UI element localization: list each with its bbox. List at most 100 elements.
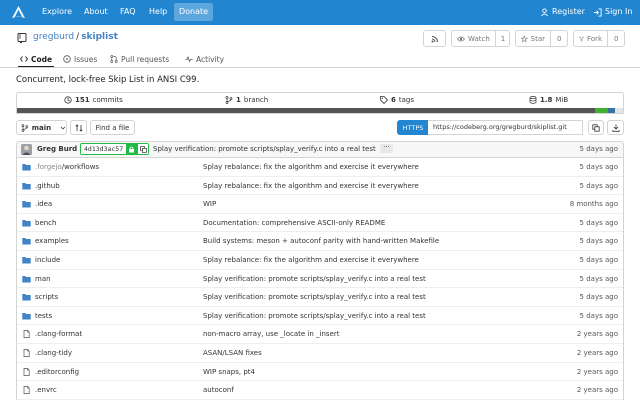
table-row[interactable]: .clang-tidy ASAN/LSAN fixes 2 years ago [17,344,623,363]
avatar[interactable] [21,144,32,155]
file-name-text: .editorconfig [35,367,80,376]
star-button[interactable]: Star 0 [515,30,568,47]
star-label: Star [530,34,545,43]
file-commit-message[interactable]: Splay rebalance: fix the algorithm and e… [203,256,419,264]
copy-sha-button[interactable] [137,144,149,154]
commit-message[interactable]: Splay verification: promote scripts/spla… [153,145,376,153]
repo-name-link[interactable]: skiplist [81,32,118,42]
nav-faq[interactable]: FAQ [115,3,141,21]
file-name[interactable]: .clang-tidy [35,349,72,357]
tab-pull-requests[interactable]: Pull requests [110,53,169,65]
file-icon [23,386,30,395]
fork-label: Fork [587,34,602,43]
file-name[interactable]: man [35,275,51,283]
signin-link[interactable]: Sign In [593,3,632,21]
file-commit-time: 5 days ago [579,256,618,264]
nav-explore[interactable]: Explore [37,3,77,21]
code-icon [20,56,28,62]
language-bar[interactable] [16,108,624,114]
copy-url-button[interactable] [588,120,604,135]
table-row[interactable]: .forgejo/workflows Splay rebalance: fix t… [17,158,623,177]
commits-label: commits [92,96,123,104]
file-commit-message[interactable]: WIP snaps, pt4 [203,368,255,376]
register-link[interactable]: Register [540,3,585,21]
nav-help[interactable]: Help [144,3,172,21]
expand-commit-button[interactable]: ··· [380,144,393,153]
file-commit-message[interactable]: Splay verification: promote scripts/spla… [203,275,426,283]
tab-activity[interactable]: Activity [185,53,224,65]
rss-feed-button[interactable] [423,30,446,47]
file-name-text: /workflows [61,163,100,171]
table-row[interactable]: bench Documentation: comprehensive ASCII-… [17,214,623,233]
fork-button[interactable]: Fork 0 [573,30,625,47]
file-commit-message[interactable]: Build systems: meson + autoconf parity w… [203,237,439,245]
branch-dropdown[interactable]: main [16,120,67,135]
download-button[interactable] [607,120,624,135]
file-commit-message[interactable]: Splay verification: promote scripts/spla… [203,312,426,320]
file-name[interactable]: .github [35,182,60,190]
table-row[interactable]: tests Splay verification: promote scripts… [17,307,623,326]
size-unit: MiB [555,96,569,104]
folder-icon [22,275,31,283]
tab-issues[interactable]: Issues [63,53,97,65]
folder-icon [22,201,31,208]
file-name[interactable]: .envrc [35,386,57,394]
file-name[interactable]: examples [35,237,69,245]
repo-owner-link[interactable]: gregburd [33,32,74,42]
file-name[interactable]: include [35,256,60,264]
repo-description: Concurrent, lock-free Skip List in ANSI … [16,75,200,85]
pulse-icon [185,55,193,63]
file-commit-time: 5 days ago [579,218,618,227]
file-commit-time: 8 months ago [569,200,618,209]
table-row[interactable]: include Splay rebalance: fix the algorith… [17,251,623,270]
file-name[interactable]: bench [35,219,56,227]
table-row[interactable]: .idea WIP 8 months ago [17,195,623,214]
watch-button[interactable]: Watch 1 [451,30,510,47]
file-name[interactable]: scripts [35,293,58,301]
star-count: 0 [550,31,567,46]
commit-sha[interactable]: 4d13d3ac57 [81,144,127,154]
tab-activity-label: Activity [196,54,225,64]
file-commit-message[interactable]: Splay verification: promote scripts/spla… [203,293,426,301]
find-file-button[interactable]: Find a file [90,120,135,135]
file-commit-message[interactable]: Documentation: comprehensive ASCII-only … [203,219,385,227]
register-label: Register [552,7,585,16]
commit-author[interactable]: Greg Burd [37,145,77,153]
file-commit-message[interactable]: Splay rebalance: fix the algorithm and e… [203,182,419,190]
file-commit-message[interactable]: WIP [203,200,216,208]
file-commit-time: 2 years ago [576,330,618,339]
branches-stat[interactable]: 1 branch [225,96,268,104]
table-row[interactable]: examples Build systems: meson + autoconf … [17,232,623,251]
file-commit-message[interactable]: non-macro array, use _locate in _insert [203,330,340,338]
clone-url-field[interactable]: https://codeberg.org/gregburd/skiplist.g… [428,120,583,135]
avatar-image-icon [21,144,32,155]
file-commit-message[interactable]: autoconf [203,386,234,394]
file-commit-message[interactable]: ASAN/LSAN fixes [203,349,262,357]
table-row[interactable]: man Splay verification: promote scripts/s… [17,270,623,289]
file-commit-message[interactable]: Splay rebalance: fix the algorithm and e… [203,163,419,171]
nav-about[interactable]: About [79,3,113,21]
commits-stat[interactable]: 151 commits [64,96,123,104]
table-row[interactable]: .github Splay rebalance: fix the algorith… [17,177,623,196]
table-row[interactable]: .editorconfig WIP snaps, pt4 2 years ago [17,363,623,382]
table-row[interactable]: .clang-format non-macro array, use _locat… [17,325,623,344]
file-name[interactable]: .idea [35,200,52,208]
commit-sha-badge[interactable]: 4d13d3ac57 [80,143,150,155]
file-commit-time: 2 years ago [576,386,618,395]
codeberg-logo-icon[interactable] [11,5,26,20]
file-name[interactable]: .clang-format [35,330,82,338]
https-toggle[interactable]: HTTPS [397,120,429,135]
file-name[interactable]: .editorconfig [35,368,79,376]
nav-donate[interactable]: Donate [174,3,214,21]
tags-stat[interactable]: 6 tags [380,96,414,104]
file-name[interactable]: tests [35,312,52,320]
compare-button[interactable] [70,120,87,135]
tab-code-label: Code [31,54,53,64]
file-name[interactable]: .forgejo/workflows [35,163,99,171]
file-commit-time: 5 days ago [579,163,618,171]
file-name-text: .idea [35,200,53,209]
tab-code[interactable]: Code [20,53,52,65]
table-row[interactable]: .envrc autoconf 2 years ago [17,381,623,400]
table-row[interactable]: scripts Splay verification: promote scrip… [17,288,623,307]
find-file-label: Find a file [95,123,130,132]
